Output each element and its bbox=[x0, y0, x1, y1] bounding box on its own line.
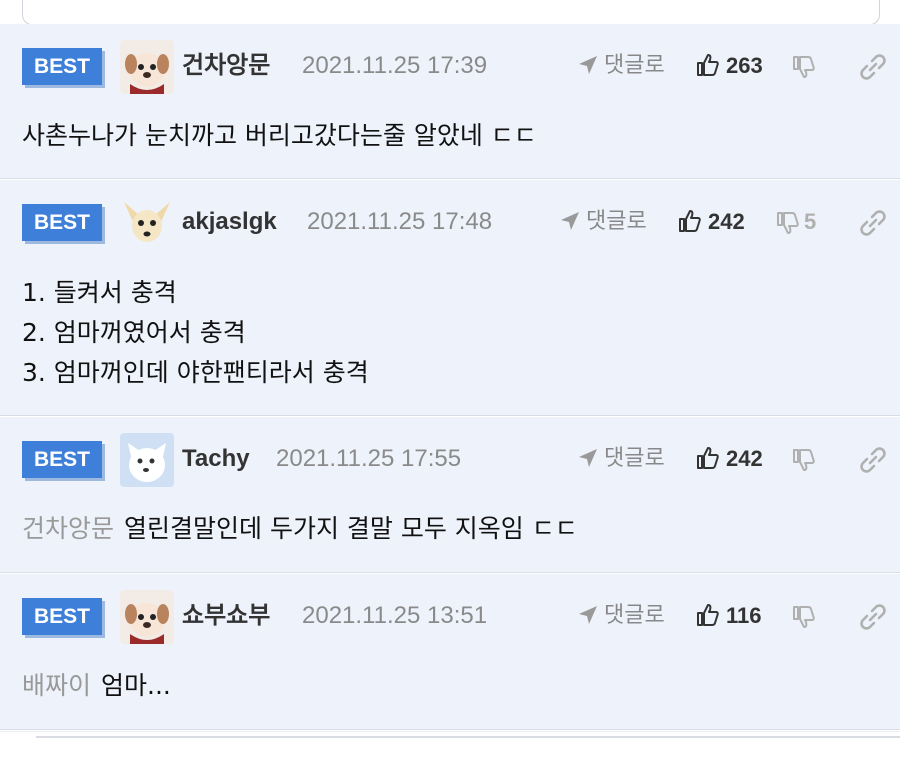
thumbs-up-icon bbox=[679, 210, 701, 232]
nickname[interactable]: akjaslgk bbox=[182, 205, 277, 239]
like-count: 263 bbox=[726, 53, 763, 78]
thumbs-up-icon bbox=[697, 447, 719, 469]
nickname[interactable]: 쇼부쇼부 bbox=[182, 599, 270, 633]
dislike-button[interactable] bbox=[792, 442, 820, 476]
comment-date: 2021.11.25 17:39 bbox=[302, 52, 488, 79]
best-badge: BEST bbox=[22, 48, 102, 85]
reply-label: 댓글로 bbox=[604, 53, 665, 78]
reply-button[interactable]: 댓글로 bbox=[560, 205, 647, 239]
puppy-avatar-icon[interactable] bbox=[120, 40, 174, 94]
comment-header: BEST Tachy 2021.11.25 17:55 댓글로 242 bbox=[22, 433, 886, 489]
best-badge: BEST bbox=[22, 204, 102, 241]
comment-line: 3. 엄마꺼인데 야한팬티라서 충격 bbox=[22, 358, 369, 387]
dislike-button[interactable] bbox=[792, 599, 820, 633]
dislike-button[interactable] bbox=[792, 49, 820, 83]
chihuahua-avatar-icon[interactable] bbox=[120, 196, 174, 250]
dislike-button[interactable]: 5 bbox=[776, 205, 816, 239]
comment-header: BEST 쇼부쇼부 2021.11.25 13:51 댓글로 116 bbox=[22, 590, 886, 646]
link-icon[interactable] bbox=[858, 602, 888, 632]
nickname[interactable]: 건차앙문 bbox=[182, 49, 270, 83]
thumbs-up-icon bbox=[697, 54, 719, 76]
like-count: 242 bbox=[726, 446, 763, 471]
mention-link[interactable]: 배짜이 bbox=[22, 671, 91, 700]
comment-body: 건차앙문 열린결말인데 두가지 결말 모두 지옥임 ㄷㄷ bbox=[22, 509, 578, 549]
send-arrow-icon bbox=[561, 212, 579, 230]
comment-date: 2021.11.25 17:48 bbox=[307, 208, 493, 235]
thumbs-up-icon bbox=[697, 604, 719, 626]
comment-line: 2. 엄마꺼였어서 충격 bbox=[22, 318, 246, 347]
like-count: 242 bbox=[708, 209, 745, 234]
link-icon[interactable] bbox=[858, 52, 888, 82]
comment-header: BEST akjaslgk 2021.11.25 17:48 댓글로 242 5 bbox=[22, 196, 886, 252]
best-badge: BEST bbox=[22, 598, 102, 635]
reply-label: 댓글로 bbox=[604, 603, 665, 628]
thumbs-down-icon bbox=[793, 449, 815, 471]
previous-panel-edge bbox=[22, 0, 880, 25]
like-count: 116 bbox=[726, 603, 762, 628]
link-icon[interactable] bbox=[858, 208, 888, 238]
reply-label: 댓글로 bbox=[604, 446, 665, 471]
comment-item: BEST 쇼부쇼부 2021.11.25 13:51 댓글로 116 배짜이 엄… bbox=[0, 574, 900, 730]
comment-line: 엄마... bbox=[101, 671, 171, 700]
best-badge: BEST bbox=[22, 441, 102, 478]
comment-date: 2021.11.25 17:55 bbox=[276, 445, 462, 472]
comment-item: BEST 건차앙문 2021.11.25 17:39 댓글로 263 사촌누나가… bbox=[0, 24, 900, 179]
divider bbox=[36, 736, 900, 738]
like-button[interactable]: 116 bbox=[696, 599, 762, 633]
reply-button[interactable]: 댓글로 bbox=[578, 599, 665, 633]
comment-body: 1. 들켜서 충격 2. 엄마꺼였어서 충격 3. 엄마꺼인데 야한팬티라서 충… bbox=[22, 273, 369, 393]
send-arrow-icon bbox=[579, 449, 597, 467]
comment-line: 1. 들켜서 충격 bbox=[22, 278, 177, 307]
comment-date: 2021.11.25 13:51 bbox=[302, 602, 488, 629]
comment-item: BEST Tachy 2021.11.25 17:55 댓글로 242 건차앙문… bbox=[0, 417, 900, 573]
thumbs-down-icon bbox=[793, 56, 815, 78]
like-button[interactable]: 242 bbox=[678, 205, 745, 239]
like-button[interactable]: 263 bbox=[696, 49, 763, 83]
puppy-avatar-icon[interactable] bbox=[120, 590, 174, 644]
like-button[interactable]: 242 bbox=[696, 442, 763, 476]
comment-header: BEST 건차앙문 2021.11.25 17:39 댓글로 263 bbox=[22, 40, 886, 96]
comment-body: 배짜이 엄마... bbox=[22, 666, 171, 706]
thumbs-down-icon bbox=[777, 212, 799, 234]
reply-button[interactable]: 댓글로 bbox=[578, 49, 665, 83]
thumbs-down-icon bbox=[793, 606, 815, 628]
divider bbox=[0, 731, 900, 732]
nickname[interactable]: Tachy bbox=[182, 442, 250, 476]
reply-button[interactable]: 댓글로 bbox=[578, 442, 665, 476]
send-arrow-icon bbox=[579, 606, 597, 624]
link-icon[interactable] bbox=[858, 445, 888, 475]
mention-link[interactable]: 건차앙문 bbox=[22, 514, 114, 543]
comment-line: 열린결말인데 두가지 결말 모두 지옥임 ㄷㄷ bbox=[124, 514, 578, 543]
comment-line: 사촌누나가 눈치까고 버리고갔다는줄 알았네 ㄷㄷ bbox=[22, 121, 537, 150]
white-dog-avatar-icon[interactable] bbox=[120, 433, 174, 487]
reply-label: 댓글로 bbox=[586, 209, 647, 234]
comment-body: 사촌누나가 눈치까고 버리고갔다는줄 알았네 ㄷㄷ bbox=[22, 116, 537, 156]
dislike-count: 5 bbox=[804, 209, 817, 234]
send-arrow-icon bbox=[579, 56, 597, 74]
comment-item: BEST akjaslgk 2021.11.25 17:48 댓글로 242 5 bbox=[0, 180, 900, 416]
